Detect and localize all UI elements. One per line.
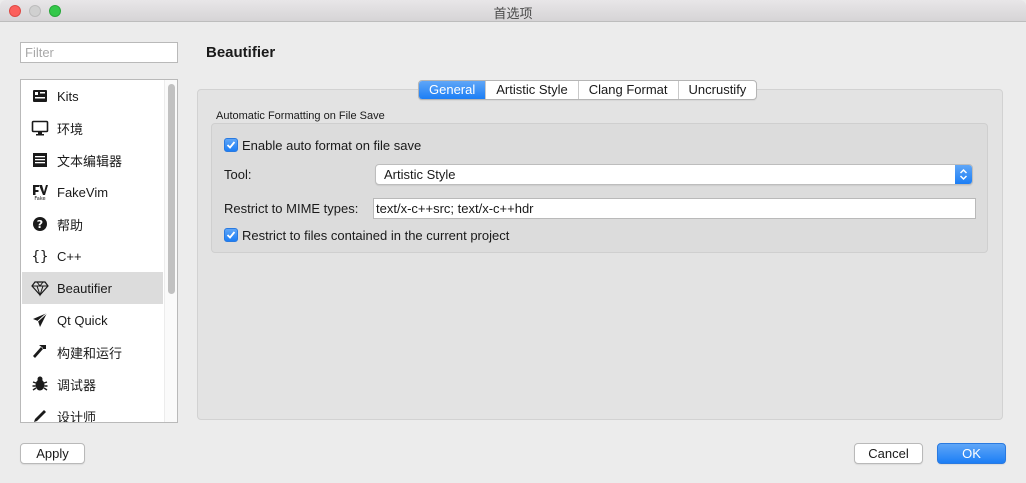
sidebar-item-help[interactable]: ? 帮助 <box>22 208 163 240</box>
sidebar-item-label: FakeVim <box>57 184 109 200</box>
sidebar-item-fakevim[interactable]: Fake FakeVim <box>22 176 163 208</box>
svg-text:?: ? <box>37 218 43 231</box>
text-editor-icon <box>30 150 50 170</box>
sidebar-item-label: Qt Quick <box>57 312 108 328</box>
page-title: Beautifier <box>206 44 276 61</box>
sidebar-item-label: Beautifier <box>57 280 112 296</box>
svg-text:{}: {} <box>32 249 49 265</box>
title-bar: 首选项 <box>0 0 1026 22</box>
sidebar-scrollbar[interactable] <box>164 80 177 422</box>
svg-text:Fake: Fake <box>34 196 45 201</box>
checkmark-icon <box>226 231 236 239</box>
apply-button[interactable]: Apply <box>20 443 85 464</box>
filter-input[interactable] <box>20 42 178 63</box>
sidebar-item-text-editor[interactable]: 文本编辑器 <box>22 144 163 176</box>
tab-uncrustify[interactable]: Uncrustify <box>677 81 757 99</box>
sidebar-item-environment[interactable]: 环境 <box>22 112 163 144</box>
sidebar-item-cpp[interactable]: {} C++ <box>22 240 163 272</box>
sidebar-item-debugger[interactable]: 调试器 <box>22 368 163 400</box>
kits-icon <box>30 86 50 106</box>
pencil-icon <box>30 406 50 422</box>
enable-auto-format-label[interactable]: Enable auto format on file save <box>242 138 421 153</box>
tool-select-value: Artistic Style <box>384 167 456 182</box>
braces-icon: {} <box>30 246 50 266</box>
hammer-icon <box>30 342 50 362</box>
tab-clang-format[interactable]: Clang Format <box>577 81 678 99</box>
enable-auto-format-checkbox[interactable] <box>224 138 238 152</box>
group-title: Automatic Formatting on File Save <box>216 110 385 122</box>
tool-select[interactable]: Artistic Style <box>375 164 973 185</box>
category-list: Kits 环境 文本编辑器 Fake FakeVim ? 帮助 {} C++ B… <box>20 79 178 423</box>
mime-types-input[interactable] <box>373 198 976 219</box>
sidebar-item-label: Kits <box>57 88 79 104</box>
sidebar-item-label: C++ <box>57 248 82 264</box>
restrict-project-label[interactable]: Restrict to files contained in the curre… <box>242 228 509 243</box>
updown-chevron-icon <box>955 165 972 184</box>
sidebar-item-label: 帮助 <box>57 217 84 233</box>
sidebar-item-label: 环境 <box>57 121 84 137</box>
paper-plane-icon <box>30 310 50 330</box>
sidebar-item-kits[interactable]: Kits <box>22 80 163 112</box>
tab-bar: General Artistic Style Clang Format Uncr… <box>418 80 758 100</box>
tab-artistic-style[interactable]: Artistic Style <box>485 81 578 99</box>
sidebar-item-label: 文本编辑器 <box>57 153 123 169</box>
monitor-icon <box>30 118 50 138</box>
sidebar-item-designer[interactable]: 设计师 <box>22 400 163 423</box>
ok-button[interactable]: OK <box>937 443 1006 464</box>
sidebar-scroll-thumb[interactable] <box>168 84 175 294</box>
help-icon: ? <box>30 214 50 234</box>
mime-label: Restrict to MIME types: <box>224 201 359 216</box>
sidebar-item-label: 调试器 <box>57 377 97 393</box>
cancel-button[interactable]: Cancel <box>854 443 923 464</box>
sidebar-item-qt-quick[interactable]: Qt Quick <box>22 304 163 336</box>
tool-label: Tool: <box>224 167 252 182</box>
bug-icon <box>30 374 50 394</box>
fakevim-icon: Fake <box>30 182 50 202</box>
preferences-window: 首选项 Kits 环境 文本编辑器 Fake FakeVim <box>0 0 1026 483</box>
restrict-project-checkbox[interactable] <box>224 228 238 242</box>
checkmark-icon <box>226 141 236 149</box>
sidebar-item-build-run[interactable]: 构建和运行 <box>22 336 163 368</box>
window-title: 首选项 <box>493 6 533 21</box>
diamond-icon <box>30 278 50 298</box>
sidebar-item-label: 构建和运行 <box>57 345 123 361</box>
tab-general[interactable]: General <box>419 81 486 99</box>
sidebar-item-label: 设计师 <box>57 409 97 423</box>
sidebar-item-beautifier[interactable]: Beautifier <box>22 272 163 304</box>
